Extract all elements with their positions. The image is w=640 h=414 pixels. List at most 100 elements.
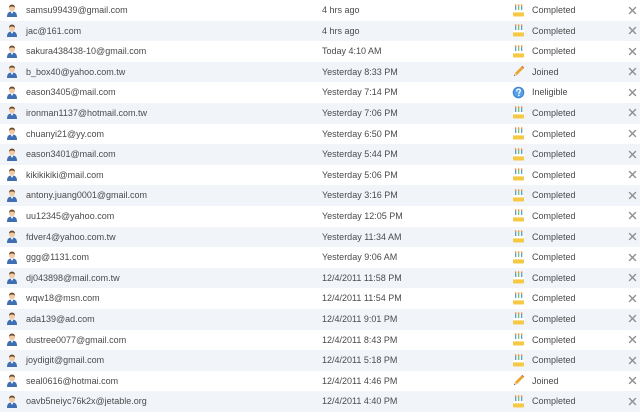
invite-row: ironman1137@hotmail.com.tw Yesterday 7:0… [0,102,640,124]
invite-status: Completed [532,231,576,242]
invite-time: 4 hrs ago [322,5,360,15]
user-avatar-icon [6,374,18,388]
reward-cake-icon [512,106,525,119]
invitee-email: fdver4@yahoo.com.tw [26,231,116,242]
remove-x-icon[interactable] [628,211,637,220]
invite-time: Yesterday 11:34 AM [322,231,402,242]
invite-time: Yesterday 6:50 PM [322,128,398,139]
invite-row: dustree0077@gmail.com 12/4/2011 8:43 PM … [0,330,640,351]
reward-cake-icon [512,353,525,367]
remove-x-icon[interactable] [628,356,637,365]
remove-x-icon[interactable] [628,150,637,159]
invite-status: Completed [532,169,576,180]
invite-time: Yesterday 12:05 PM [322,210,403,221]
remove-x-icon[interactable] [628,232,637,241]
reward-cake-icon [512,168,525,181]
invite-status: Completed [532,25,576,36]
invite-status: Completed [532,46,576,57]
user-avatar-icon [6,168,18,182]
invite-status: Completed [532,313,576,324]
remove-x-icon[interactable] [628,47,637,56]
invite-row: oavb5neiyc76k2x@jetable.org 12/4/2011 4:… [0,391,640,412]
remove-x-icon[interactable] [628,108,637,117]
invite-time: 12/4/2011 4:40 PM [322,396,398,407]
invite-status: Joined [532,375,559,386]
invitee-email: eason3401@mail.com [26,149,116,160]
invite-status: Completed [532,355,576,366]
invite-status: Completed [532,272,576,283]
invitee-email: oavb5neiyc76k2x@jetable.org [26,396,147,407]
remove-x-icon[interactable] [628,335,637,344]
remove-x-icon[interactable] [628,376,637,385]
reward-cake-icon [512,292,525,305]
remove-x-icon[interactable] [628,191,637,200]
invitee-email: ada139@ad.com [26,313,95,324]
reward-cake-icon [512,189,525,202]
invite-status: Completed [532,107,576,118]
remove-x-icon[interactable] [628,6,637,15]
invite-status: Completed [532,210,576,221]
invite-status: Joined [532,66,559,77]
invitee-email: uu12345@yahoo.com [26,210,115,221]
invitee-email: dustree0077@gmail.com [26,334,127,345]
invite-time: 12/4/2011 9:01 PM [322,313,398,324]
invitee-email: antony.juang0001@gmail.com [26,190,148,201]
invite-status: Completed [532,190,576,201]
invite-row: ggg@1131.com Yesterday 9:06 AM Completed [0,247,640,268]
reward-cake-icon [512,127,525,140]
invite-row: samsu99439@gmail.com 4 hrs ago Completed [0,0,640,21]
invite-status: Ineligible [532,87,568,98]
invite-list: samsu99439@gmail.com 4 hrs ago Completed… [0,0,640,414]
invite-status: Completed [532,128,576,139]
reward-cake-icon [512,395,525,408]
remove-x-icon[interactable] [628,294,637,303]
user-avatar-icon [6,271,18,285]
invite-row: eason3401@mail.com Yesterday 5:44 PM Com… [0,144,640,165]
invitee-email: ironman1137@hotmail.com.tw [26,107,148,118]
remove-x-icon[interactable] [628,397,637,406]
remove-x-icon[interactable] [628,314,637,323]
reward-cake-icon [512,209,525,222]
question-icon [512,86,525,99]
invitee-email: eason3405@mail.com [26,87,116,98]
user-avatar-icon [6,209,18,223]
invite-time: 12/4/2011 11:54 PM [322,293,402,304]
remove-x-icon[interactable] [628,67,637,76]
invite-row: joydigit@gmail.com 12/4/2011 5:18 PM Com… [0,350,640,371]
invite-time: Yesterday 7:14 PM [322,87,398,98]
remove-x-icon[interactable] [628,26,637,35]
invite-row: ada139@ad.com 12/4/2011 9:01 PM Complete… [0,308,640,330]
user-avatar-icon [6,148,18,161]
invite-status: Completed [532,149,576,160]
invitee-email: b_box40@yahoo.com.tw [26,66,126,77]
pencil-icon [512,65,525,78]
invitee-email: dj043898@mail.com.tw [26,272,120,283]
invite-time: 12/4/2011 4:46 PM [322,375,398,386]
reward-cake-icon [512,333,525,346]
user-avatar-icon [6,292,18,305]
invite-row: wqw18@msn.com 12/4/2011 11:54 PM Complet… [0,288,640,309]
remove-x-icon[interactable] [628,253,637,262]
invite-row: seal0616@hotmai.com 12/4/2011 4:46 PM Jo… [0,371,640,392]
remove-x-icon[interactable] [628,88,637,97]
pencil-icon [512,374,525,387]
remove-x-icon[interactable] [628,129,637,138]
invite-time: Yesterday 7:06 PM [322,107,398,118]
remove-x-icon[interactable] [628,170,637,179]
user-avatar-icon [6,45,18,58]
user-avatar-icon [6,333,18,346]
user-avatar-icon [6,127,18,141]
invitee-email: sakura438438-10@gmail.com [26,46,147,57]
user-avatar-icon [6,354,18,367]
user-avatar-icon [6,86,18,99]
invite-time: Yesterday 5:06 PM [322,169,398,180]
reward-cake-icon [512,230,525,243]
invite-time: 12/4/2011 5:18 PM [322,355,398,366]
invite-row: jac@161.com 4 hrs ago Completed [0,20,640,42]
reward-cake-icon [512,147,525,161]
reward-cake-icon [512,24,525,37]
user-avatar-icon [6,106,18,120]
invite-time: Yesterday 5:44 PM [322,149,398,160]
remove-x-icon[interactable] [628,273,637,282]
invitee-email: kikikikiki@mail.com [26,169,104,180]
